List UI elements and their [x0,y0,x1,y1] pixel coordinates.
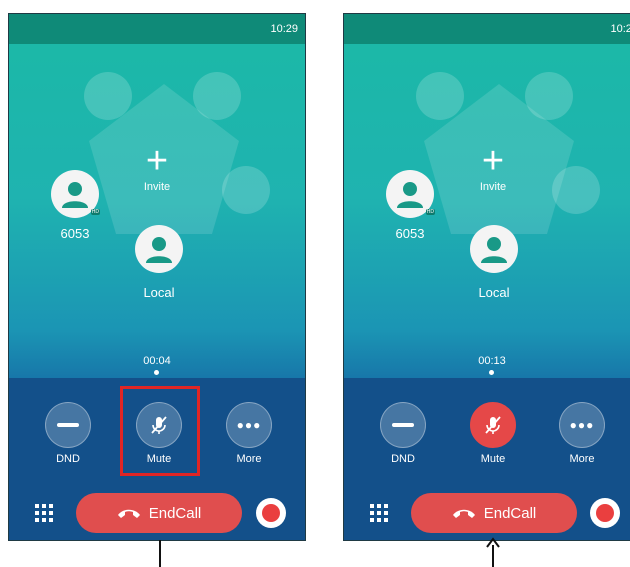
right-phone-screen: 10:29 + Invite HD 6053 Local 00:13 DND [343,13,630,541]
hd-badge: HD [425,209,435,215]
more-icon: ●●● [226,402,272,448]
dnd-label: DND [391,453,415,465]
dnd-icon [380,402,426,448]
empty-slot [416,72,464,120]
record-icon [262,504,280,522]
more-button[interactable]: ●●● More [552,402,612,465]
dnd-button[interactable]: DND [373,402,433,465]
call-timer: 00:13 [478,355,506,367]
invite-label: Invite [479,181,507,193]
empty-slot [193,72,241,120]
user-icon [146,237,172,263]
endcall-label: EndCall [483,504,537,522]
page-indicator-dot [489,370,494,375]
participant-name: 6053 [395,226,425,241]
mute-highlight-box [120,386,200,476]
invite-label: Invite [143,181,171,193]
user-icon [62,182,88,208]
up-arrow-icon [486,537,500,548]
empty-slot [525,72,573,120]
record-button[interactable] [590,498,620,528]
more-label: More [569,453,595,465]
dnd-icon [45,402,91,448]
plus-icon: + [145,140,169,182]
endcall-button[interactable]: EndCall [411,493,577,533]
keypad-icon[interactable] [370,504,388,527]
participant-avatar[interactable]: HD [386,170,435,218]
hangup-icon [117,509,140,518]
mute-label: Mute [480,453,506,465]
more-icon: ●●● [559,402,605,448]
hangup-icon [452,509,475,518]
local-avatar [135,225,183,273]
local-name: Local [478,285,510,300]
status-bar: 10:29 [344,14,630,44]
local-avatar [470,225,518,273]
empty-slot [222,166,270,214]
user-icon [481,237,507,263]
empty-slot [84,72,132,120]
status-bar: 10:29 [9,14,305,44]
call-timer: 00:04 [143,355,171,367]
page-indicator-dot [154,370,159,375]
plus-icon: + [481,140,505,182]
endcall-button[interactable]: EndCall [76,493,242,533]
endcall-label: EndCall [148,504,202,522]
invite-button[interactable]: + Invite [129,140,185,193]
participant-avatar[interactable]: HD [51,170,100,218]
user-icon [397,182,423,208]
hd-badge: HD [90,209,100,215]
clock: 10:29 [270,23,298,35]
more-label: More [236,453,262,465]
local-name: Local [143,285,175,300]
dnd-label: DND [56,453,80,465]
empty-slot [552,166,600,214]
mute-button[interactable]: Mute [463,402,523,465]
participant-name: 6053 [60,226,90,241]
keypad-icon[interactable] [35,504,53,527]
record-button[interactable] [256,498,286,528]
dnd-button[interactable]: DND [38,402,98,465]
invite-button[interactable]: + Invite [465,140,521,193]
record-icon [596,504,614,522]
clock: 10:29 [610,23,630,35]
mic-mute-icon [470,402,516,448]
more-button[interactable]: ●●● More [219,402,279,465]
left-pointer-line [159,540,161,567]
